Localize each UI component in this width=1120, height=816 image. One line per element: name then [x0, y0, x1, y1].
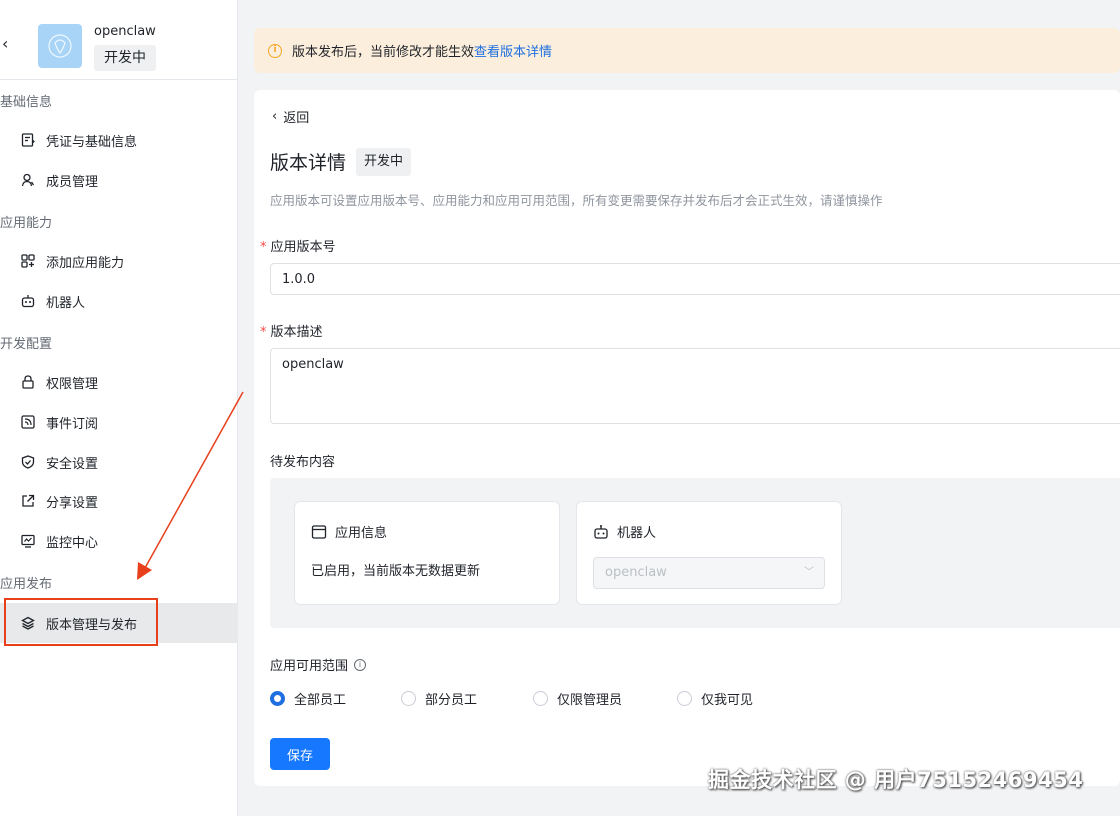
shield-icon [20, 454, 36, 470]
back-chevron-icon[interactable]: ‹ [2, 36, 14, 52]
sidebar-item-label: 机器人 [46, 295, 86, 311]
nav-group-publish: 应用发布 [0, 577, 53, 592]
watermark-text: 掘金技术社区 @ 用户75152469454 [708, 768, 1084, 792]
publish-notice-banner: i 版本发布后，当前修改才能生效 查看版本详情 [254, 28, 1120, 73]
availability-scope-label: 应用可用范围 i [270, 655, 367, 674]
app-info-card: 应用信息 已启用，当前版本无数据更新 [294, 501, 560, 605]
robot-select-value: openclaw [605, 565, 667, 580]
robot-icon [20, 293, 36, 309]
robot-card: 机器人 openclaw ﹀ [576, 501, 842, 605]
radio-dot [270, 691, 285, 706]
sidebar-item-label: 安全设置 [46, 456, 99, 472]
version-number-label-text: 应用版本号 [270, 240, 336, 255]
robot-select: openclaw ﹀ [593, 557, 825, 589]
sidebar-item-monitor[interactable]: 监控中心 [0, 521, 238, 561]
page-title: 版本详情 [270, 152, 347, 174]
sidebar-item-label: 事件订阅 [46, 416, 99, 432]
radio-label: 部分员工 [425, 693, 478, 708]
availability-scope-label-text: 应用可用范围 [270, 659, 349, 674]
robot-card-header: 机器人 [593, 522, 656, 541]
radio-label: 仅我可见 [701, 693, 754, 708]
sidebar-item-credentials[interactable]: 凭证与基础信息 [0, 120, 238, 160]
version-number-label: * 应用版本号 [260, 236, 336, 255]
sidebar: ‹ openclaw 开发中 基础信息 凭证与基础信息 成员管理 应用能力 添加… [0, 0, 238, 816]
sidebar-item-events[interactable]: 事件订阅 [0, 402, 238, 442]
sidebar-item-security[interactable]: 安全设置 [0, 442, 238, 482]
app-header: ‹ openclaw 开发中 [0, 12, 238, 80]
version-description-label: * 版本描述 [260, 321, 323, 340]
sidebar-item-members[interactable]: 成员管理 [0, 160, 238, 200]
nav-group-dev-config: 开发配置 [0, 337, 53, 352]
robot-icon [593, 524, 609, 540]
annotation-highlight-box [4, 598, 158, 646]
view-version-details-link[interactable]: 查看版本详情 [474, 41, 552, 60]
credential-icon [20, 132, 36, 148]
version-number-input[interactable] [270, 263, 1120, 295]
sidebar-item-label: 凭证与基础信息 [46, 134, 138, 150]
radio-label: 仅限管理员 [557, 693, 623, 708]
radio-label: 全部员工 [294, 693, 347, 708]
chevron-down-icon: ﹀ [804, 567, 814, 578]
nav-group-basic: 基础信息 [0, 95, 53, 110]
apps-add-icon [20, 253, 36, 269]
required-mark: * [260, 240, 267, 255]
app-info-header: 应用信息 [311, 522, 387, 541]
share-icon [20, 493, 36, 509]
radio-dot [533, 691, 548, 706]
info-icon[interactable]: i [354, 658, 367, 671]
lock-icon [20, 374, 36, 390]
sidebar-item-permissions[interactable]: 权限管理 [0, 362, 238, 402]
app-info-status-text: 已启用，当前版本无数据更新 [311, 564, 481, 579]
back-link[interactable]: ‹ 返回 [272, 107, 309, 126]
rss-icon [20, 414, 36, 430]
status-badge: 开发中 [356, 148, 412, 176]
sidebar-item-share[interactable]: 分享设置 [0, 481, 238, 521]
sidebar-item-label: 添加应用能力 [46, 255, 125, 271]
sidebar-item-label: 分享设置 [46, 495, 99, 511]
page-description: 应用版本可设置应用版本号、应用能力和应用可用范围，所有变更需要保存并发布后才会正… [270, 193, 883, 208]
sidebar-item-label: 权限管理 [46, 376, 99, 392]
info-icon: i [268, 43, 282, 58]
sidebar-item-label: 监控中心 [46, 535, 99, 551]
pending-content-box: 应用信息 已启用，当前版本无数据更新 机器人 openclaw ﹀ [270, 478, 1120, 628]
scope-radio-admins-only[interactable]: 仅限管理员 [533, 689, 622, 708]
version-description-label-text: 版本描述 [270, 325, 323, 340]
scope-radio-all-employees[interactable]: 全部员工 [270, 689, 346, 708]
chevron-left-icon: ‹ [272, 109, 278, 124]
radio-dot [401, 691, 416, 706]
scope-radio-some-employees[interactable]: 部分员工 [401, 689, 477, 708]
robot-card-title: 机器人 [617, 526, 657, 541]
banner-text: 版本发布后，当前修改才能生效 [292, 45, 475, 60]
app-logo-icon [48, 34, 72, 58]
sidebar-item-label: 成员管理 [46, 174, 99, 190]
scope-radio-only-me[interactable]: 仅我可见 [677, 689, 753, 708]
app-status-tag: 开发中 [94, 45, 156, 71]
app-logo [38, 24, 82, 68]
app-name: openclaw [94, 24, 156, 39]
sidebar-item-robot[interactable]: 机器人 [0, 281, 238, 321]
radio-dot [677, 691, 692, 706]
sidebar-item-add-capability[interactable]: 添加应用能力 [0, 241, 238, 281]
required-mark: * [260, 325, 267, 340]
pending-content-label: 待发布内容 [270, 455, 336, 470]
app-info-title: 应用信息 [335, 526, 388, 541]
save-button[interactable]: 保存 [270, 738, 330, 770]
back-label: 返回 [283, 111, 310, 126]
member-icon [20, 172, 36, 188]
nav-group-capability: 应用能力 [0, 216, 53, 231]
window-icon [311, 524, 327, 540]
version-description-textarea[interactable]: openclaw [270, 348, 1120, 424]
monitor-icon [20, 533, 36, 549]
